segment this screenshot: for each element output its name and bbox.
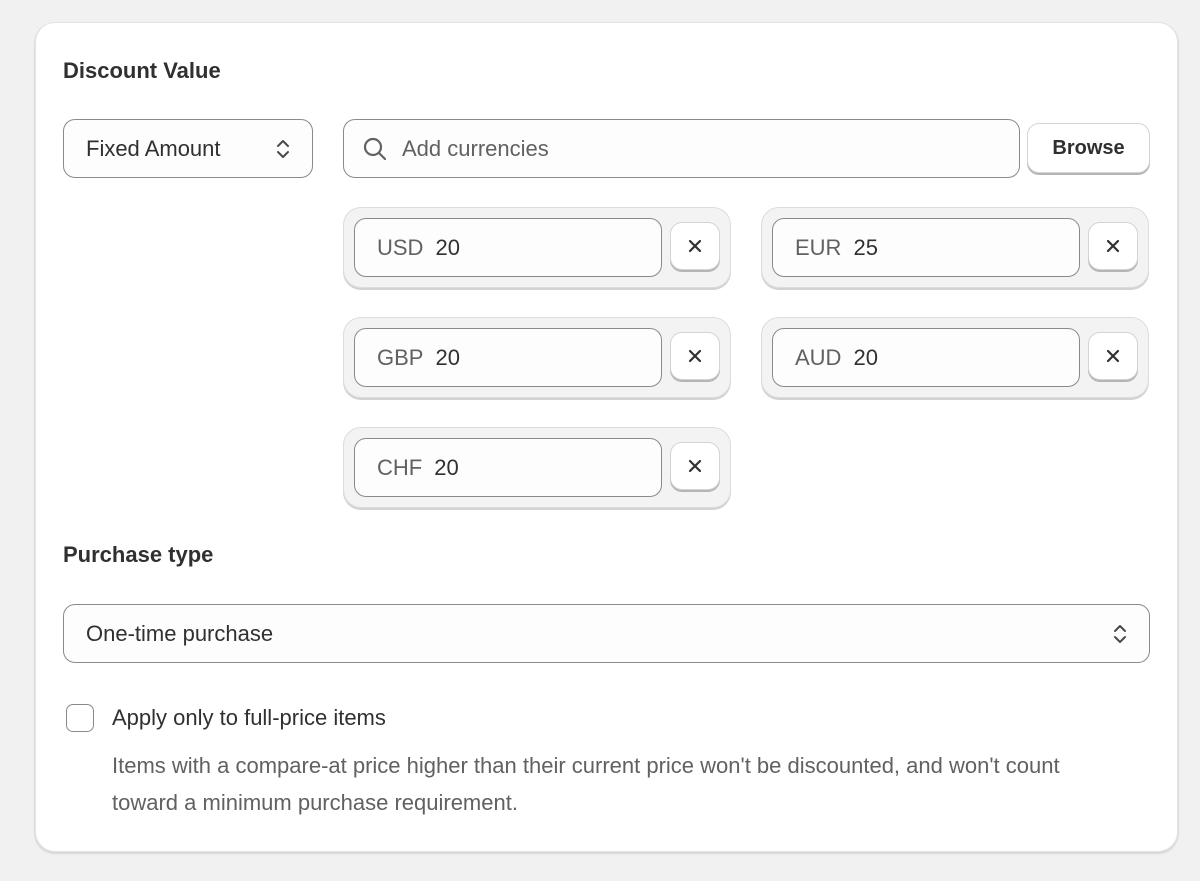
currency-code: AUD <box>795 344 842 370</box>
full-price-label[interactable]: Apply only to full-price items <box>112 705 386 731</box>
full-price-help-text: Items with a compare-at price higher tha… <box>112 753 1060 815</box>
currency-search[interactable] <box>343 119 1020 178</box>
purchase-type-value: One-time purchase <box>86 620 274 646</box>
currency-amount[interactable]: 20 <box>435 345 459 371</box>
close-icon <box>688 349 702 363</box>
remove-currency-button[interactable] <box>670 222 720 270</box>
browse-button[interactable]: Browse <box>1027 123 1150 173</box>
currency-item-eur: EUR 25 <box>761 207 1149 288</box>
currency-amount-field[interactable]: GBP 20 <box>354 328 662 387</box>
chevron-up-down-icon <box>277 139 289 158</box>
currency-code: EUR <box>795 234 842 260</box>
remove-currency-button[interactable] <box>1088 222 1138 270</box>
remove-currency-button[interactable] <box>670 442 720 490</box>
currency-search-input[interactable] <box>402 120 1002 177</box>
discount-type-value: Fixed Amount <box>86 135 221 161</box>
currency-item-chf: CHF 20 <box>343 427 731 508</box>
currency-amount-field[interactable]: EUR 25 <box>772 218 1080 277</box>
currency-amount-field[interactable]: USD 20 <box>354 218 662 277</box>
discount-value-title: Discount Value <box>63 58 221 83</box>
close-icon <box>688 239 702 253</box>
discount-card: Discount Value Fixed Amount Browse USD 20… <box>35 22 1178 852</box>
remove-currency-button[interactable] <box>1088 332 1138 380</box>
full-price-checkbox[interactable] <box>66 704 94 732</box>
currency-code: GBP <box>377 344 424 370</box>
currency-amount-field[interactable]: AUD 20 <box>772 328 1080 387</box>
remove-currency-button[interactable] <box>670 332 720 380</box>
close-icon <box>1106 239 1120 253</box>
discount-type-select[interactable]: Fixed Amount <box>63 119 313 178</box>
currency-item-aud: AUD 20 <box>761 317 1149 398</box>
search-icon <box>363 137 387 161</box>
currency-amount[interactable]: 20 <box>434 455 458 481</box>
chevron-up-down-icon <box>1114 624 1126 643</box>
currency-item-gbp: GBP 20 <box>343 317 731 398</box>
currency-amount[interactable]: 20 <box>853 345 877 371</box>
purchase-type-title: Purchase type <box>63 542 214 567</box>
currency-amount[interactable]: 25 <box>853 235 877 261</box>
currency-amount[interactable]: 20 <box>435 235 459 261</box>
currency-item-usd: USD 20 <box>343 207 731 288</box>
close-icon <box>1106 349 1120 363</box>
currency-amount-field[interactable]: CHF 20 <box>354 438 662 497</box>
purchase-type-select[interactable]: One-time purchase <box>63 604 1150 663</box>
currency-code: USD <box>377 234 424 260</box>
currency-code: CHF <box>377 454 423 480</box>
close-icon <box>688 459 702 473</box>
